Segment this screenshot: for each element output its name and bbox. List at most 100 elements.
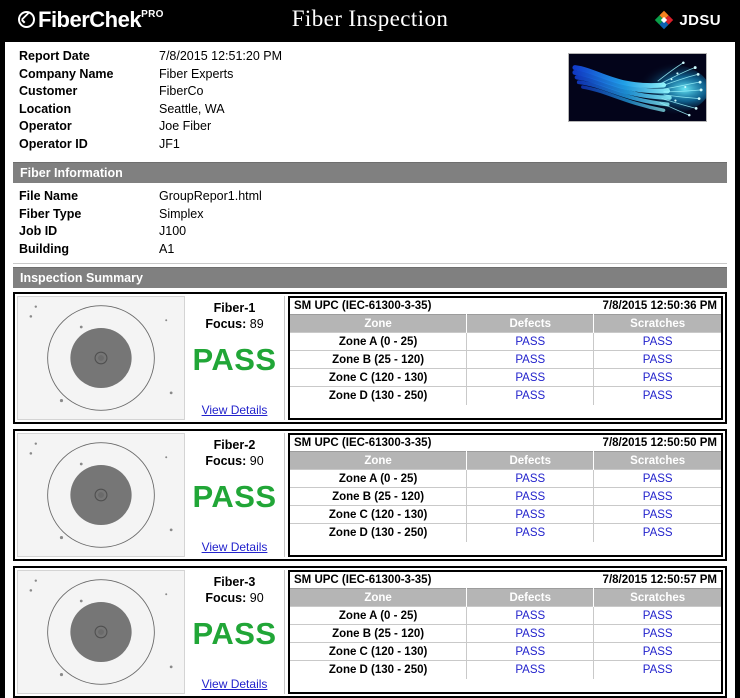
- report-field-value: Joe Fiber: [159, 119, 212, 133]
- focus-value: Focus: 90: [205, 591, 264, 605]
- zone-results-table-wrapper: SM UPC (IEC-61300-3-35) 7/8/2015 12:50:36…: [288, 296, 723, 420]
- table-row: Zone A (0 - 25) PASS PASS: [290, 469, 721, 488]
- jdsu-wordmark: JDSU: [679, 11, 721, 29]
- jdsu-diamond-icon: [655, 10, 674, 30]
- panel-table-header: SM UPC (IEC-61300-3-35) 7/8/2015 12:50:50…: [290, 435, 721, 451]
- table-row: Zone B (25 - 120) PASS PASS: [290, 624, 721, 643]
- scratches-result-cell: PASS: [593, 332, 721, 351]
- inspection-timestamp: 7/8/2015 12:50:36 PM: [602, 300, 717, 312]
- column-header: Zone: [290, 314, 468, 333]
- defects-result-cell: PASS: [466, 332, 595, 351]
- report-field-row: Operator ID JF1: [19, 136, 735, 154]
- fiber-field-row: Job ID J100: [19, 223, 727, 241]
- report-field-value: FiberCo: [159, 84, 204, 98]
- view-details-link[interactable]: View Details: [202, 540, 268, 554]
- report-field-label: Customer: [19, 84, 78, 98]
- jdsu-logo: JDSU: [654, 10, 721, 30]
- view-details-link[interactable]: View Details: [202, 677, 268, 691]
- column-header: Defects: [466, 588, 595, 607]
- zone-results-table: Zone Defects Scratches Zone A (0 - 25) PASS P…: [290, 314, 721, 405]
- column-header: Zone: [290, 588, 468, 607]
- defects-result-cell: PASS: [466, 469, 595, 488]
- inspection-panel: Fiber-3 Focus: 90 PASS View Details SM UPC (…: [13, 566, 727, 698]
- defects-result-cell: PASS: [466, 660, 595, 679]
- app-titlebar: FiberChek PRO Fiber Inspection JDSU: [5, 0, 735, 42]
- fiber-information-body: File Name GroupRepor1.html Fiber Type Simpl…: [13, 183, 727, 264]
- zone-name-cell: Zone A (0 - 25): [290, 606, 468, 625]
- section-header-fiber-information: Fiber Information: [13, 162, 727, 183]
- scratches-result-cell: PASS: [593, 523, 721, 542]
- column-header: Defects: [466, 314, 595, 333]
- table-row: Zone C (120 - 130) PASS PASS: [290, 642, 721, 661]
- focus-value: Focus: 89: [205, 317, 264, 331]
- status-badge: PASS: [192, 616, 277, 651]
- fiber-field-value: GroupRepor1.html: [159, 189, 262, 203]
- report-field-label: Operator: [19, 119, 72, 133]
- scratches-result-cell: PASS: [593, 368, 721, 387]
- panel-table-header: SM UPC (IEC-61300-3-35) 7/8/2015 12:50:36…: [290, 298, 721, 314]
- fiber-field-row: Fiber Type Simplex: [19, 206, 727, 224]
- fiber-endface-thumbnail[interactable]: [17, 570, 185, 694]
- table-row: Zone B (25 - 120) PASS PASS: [290, 487, 721, 506]
- fiber-field-label: Fiber Type: [19, 206, 82, 221]
- zone-results-table-wrapper: SM UPC (IEC-61300-3-35) 7/8/2015 12:50:57…: [288, 570, 723, 694]
- table-row: Zone C (120 - 130) PASS PASS: [290, 368, 721, 387]
- scratches-result-cell: PASS: [593, 606, 721, 625]
- table-row: Zone A (0 - 25) PASS PASS: [290, 332, 721, 351]
- inspection-panels-list: Fiber-1 Focus: 89 PASS View Details SM UPC (…: [13, 292, 727, 698]
- defects-result-cell: PASS: [466, 624, 595, 643]
- zone-results-table: Zone Defects Scratches Zone A (0 - 25) PASS P…: [290, 451, 721, 542]
- column-header: Scratches: [593, 314, 721, 333]
- table-row: Zone C (120 - 130) PASS PASS: [290, 505, 721, 524]
- fiber-field-row: Building A1: [19, 241, 727, 259]
- defects-result-cell: PASS: [466, 487, 595, 506]
- report-page: FiberChek PRO Fiber Inspection JDSU Repo…: [0, 0, 740, 698]
- defects-result-cell: PASS: [466, 386, 595, 405]
- report-field-value: Fiber Experts: [159, 66, 234, 81]
- scratches-result-cell: PASS: [593, 487, 721, 506]
- fiber-endface-thumbnail[interactable]: [17, 433, 185, 557]
- table-row: Zone D (130 - 250) PASS PASS: [290, 386, 721, 405]
- inspection-profile-label: SM UPC (IEC-61300-3-35): [294, 574, 432, 586]
- table-header-row: Zone Defects Scratches: [290, 588, 721, 607]
- defects-result-cell: PASS: [466, 606, 595, 625]
- zone-name-cell: Zone D (130 - 250): [290, 660, 468, 679]
- fiber-endface-thumbnail[interactable]: [17, 296, 185, 420]
- inspection-panel: Fiber-2 Focus: 90 PASS View Details SM UPC (…: [13, 429, 727, 561]
- report-field-label: Operator ID: [19, 136, 88, 151]
- scratches-result-cell: PASS: [593, 660, 721, 679]
- fiber-id-label: Fiber-1: [213, 301, 256, 315]
- fiber-optic-photo: [568, 53, 707, 122]
- status-badge: PASS: [192, 342, 277, 377]
- defects-result-cell: PASS: [466, 642, 595, 661]
- section-header-inspection-summary: Inspection Summary: [13, 267, 727, 288]
- report-field-label: Company Name: [19, 66, 114, 81]
- fiber-id-label: Fiber-2: [213, 438, 256, 452]
- scratches-result-cell: PASS: [593, 469, 721, 488]
- scratches-result-cell: PASS: [593, 642, 721, 661]
- view-details-link[interactable]: View Details: [202, 403, 268, 417]
- defects-result-cell: PASS: [466, 523, 595, 542]
- inspection-timestamp: 7/8/2015 12:50:50 PM: [602, 437, 717, 449]
- fiber-field-value: A1: [159, 241, 175, 256]
- fiber-field-row: File Name GroupRepor1.html: [19, 188, 727, 206]
- panel-table-header: SM UPC (IEC-61300-3-35) 7/8/2015 12:50:57…: [290, 572, 721, 588]
- fiber-endface-image: [18, 434, 184, 556]
- scratches-result-cell: PASS: [593, 505, 721, 524]
- panel-status-column: Fiber-2 Focus: 90 PASS View Details: [185, 433, 285, 557]
- zone-results-table: Zone Defects Scratches Zone A (0 - 25) PASS P…: [290, 588, 721, 679]
- table-header-row: Zone Defects Scratches: [290, 314, 721, 333]
- table-row: Zone D (130 - 250) PASS PASS: [290, 660, 721, 679]
- fiber-endface-image: [18, 571, 184, 693]
- fiber-id-label: Fiber-3: [213, 575, 256, 589]
- zone-name-cell: Zone D (130 - 250): [290, 386, 468, 405]
- report-field-value: JF1: [159, 136, 180, 151]
- inspection-panel: Fiber-1 Focus: 89 PASS View Details SM UPC (…: [13, 292, 727, 424]
- page-title: Fiber Inspection: [291, 6, 449, 31]
- zone-name-cell: Zone B (25 - 120): [290, 624, 468, 643]
- scratches-result-cell: PASS: [593, 624, 721, 643]
- fiber-field-label: Job ID: [19, 224, 58, 238]
- report-info-block: Report Date 7/8/2015 12:51:20 PM Company N…: [5, 42, 735, 159]
- zone-results-table-wrapper: SM UPC (IEC-61300-3-35) 7/8/2015 12:50:50…: [288, 433, 723, 557]
- defects-result-cell: PASS: [466, 505, 595, 524]
